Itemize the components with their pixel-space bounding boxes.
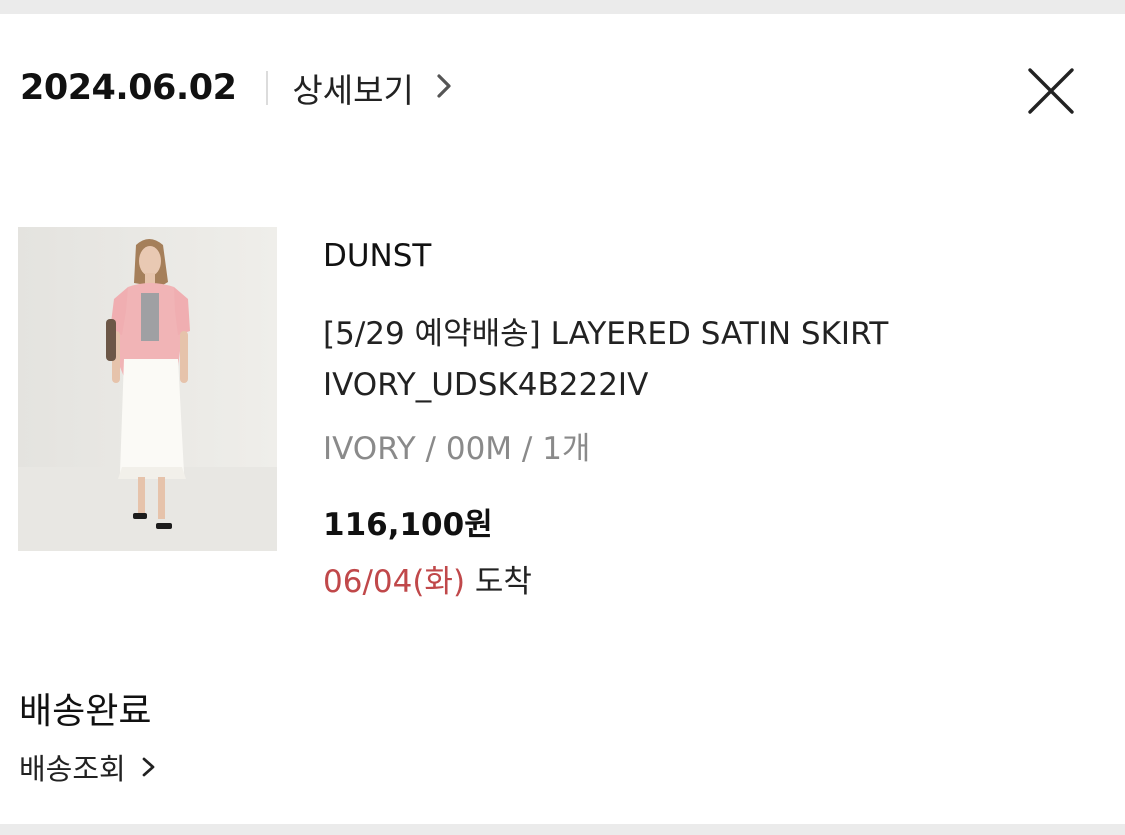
arrival-suffix: 도착: [465, 564, 532, 600]
product-photo-illustration: [18, 227, 277, 551]
order-card: 2024.06.02 상세보기 DUNST [5/29 예약배송] LAYERE…: [0, 14, 1125, 824]
brand-name[interactable]: DUNST: [323, 232, 1113, 280]
product-image[interactable]: [18, 227, 277, 551]
chevron-right-icon: [142, 756, 155, 782]
order-date: 2024.06.02: [20, 68, 237, 108]
track-delivery-link[interactable]: 배송조회: [19, 749, 155, 789]
close-icon: [1026, 68, 1076, 120]
chevron-right-icon: [436, 73, 452, 103]
view-details-link[interactable]: 상세보기: [292, 64, 451, 112]
arrival-date: 06/04(화): [323, 564, 466, 600]
view-details-label: 상세보기: [292, 71, 414, 110]
arrival-info: 06/04(화) 도착: [323, 558, 1113, 606]
delivery-status: 배송완료: [19, 691, 152, 732]
track-delivery-label: 배송조회: [19, 752, 126, 786]
close-button[interactable]: [1026, 66, 1076, 116]
product-options: IVORY / 00M / 1개: [323, 431, 591, 467]
header-divider: [266, 71, 269, 105]
product-name[interactable]: [5/29 예약배송] LAYERED SATIN SKIRT IVORY_UD…: [323, 309, 1103, 411]
product-price: 116,100원: [323, 507, 493, 543]
order-header: 2024.06.02 상세보기: [20, 64, 452, 112]
product-info: DUNST [5/29 예약배송] LAYERED SATIN SKIRT IV…: [323, 232, 1113, 606]
